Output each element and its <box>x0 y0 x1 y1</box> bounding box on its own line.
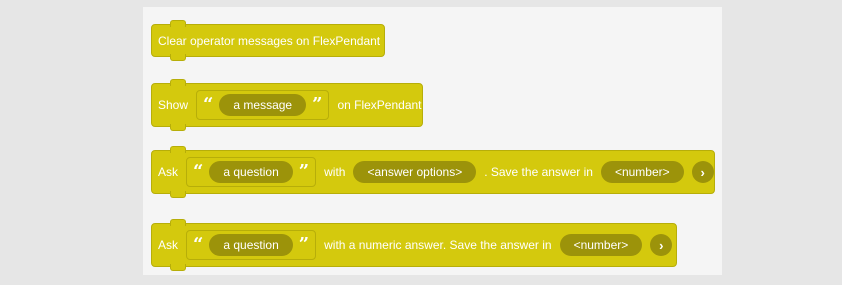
on-flexpendant-label: on FlexPendant <box>337 98 422 112</box>
show-label: Show <box>158 98 189 112</box>
close-quote-icon: ” <box>298 161 310 182</box>
ask-label: Ask <box>158 165 179 179</box>
answer-options-field[interactable]: <answer options> <box>353 161 477 183</box>
close-quote-icon: ” <box>298 234 310 255</box>
question-field[interactable]: a question <box>209 161 293 183</box>
open-quote-icon: “ <box>203 94 214 115</box>
close-quote-icon: ” <box>312 94 323 115</box>
chevron-right-icon[interactable]: › <box>650 234 673 256</box>
open-quote-icon: “ <box>193 161 204 182</box>
text-input-block[interactable]: “ a message ” <box>196 90 330 120</box>
clear-messages-block[interactable]: Clear operator messages on FlexPendant <box>151 20 385 61</box>
ask-numeric-block[interactable]: Ask “ a question ” with a numeric answer… <box>151 219 677 271</box>
ask-options-block[interactable]: Ask “ a question ” with <answer options>… <box>151 146 715 198</box>
number-variable-field[interactable]: <number> <box>600 161 684 183</box>
open-quote-icon: “ <box>193 234 204 255</box>
number-variable-field[interactable]: <number> <box>559 234 643 256</box>
with-label: with <box>324 165 346 179</box>
show-message-block[interactable]: Show “ a message ” on FlexPendant <box>151 79 423 131</box>
blocks-workspace: Clear operator messages on FlexPendant S… <box>143 7 722 275</box>
message-field[interactable]: a message <box>219 94 307 116</box>
clear-messages-label: Clear operator messages on FlexPendant <box>158 33 381 48</box>
numeric-answer-label: with a numeric answer. Save the answer i… <box>324 238 552 252</box>
question-text-block[interactable]: “ a question ” <box>186 230 317 260</box>
chevron-right-icon[interactable]: › <box>691 161 714 183</box>
ask-label: Ask <box>158 238 179 252</box>
question-text-block[interactable]: “ a question ” <box>186 157 317 187</box>
question-field[interactable]: a question <box>209 234 293 256</box>
save-answer-label: . Save the answer in <box>484 165 593 179</box>
